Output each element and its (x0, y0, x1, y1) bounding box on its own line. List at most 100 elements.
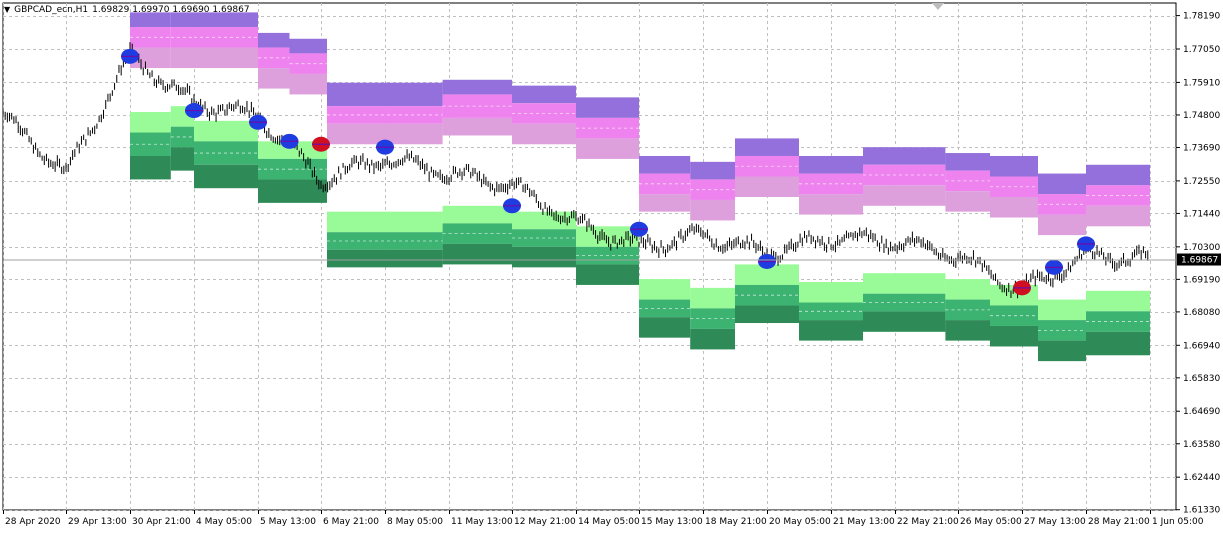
resistance-zone-band (990, 197, 1038, 218)
resistance-zone-band (170, 47, 194, 69)
x-tick-label: 8 May 05:00 (387, 517, 443, 527)
x-tick-label: 12 May 21:00 (514, 517, 576, 527)
support-zone-band (735, 305, 799, 324)
support-zone-band (799, 281, 863, 303)
resistance-zone-band (639, 194, 691, 212)
resistance-zone-band (289, 73, 327, 95)
resistance-zone-band (258, 32, 290, 48)
chart-title: ▼ GBPCAD_ecn,H1 1.69829 1.69970 1.69690 … (4, 3, 250, 17)
support-zone-band (327, 211, 443, 233)
resistance-zone-band (442, 79, 512, 95)
y-tick-label: 1.65830 (1183, 374, 1220, 384)
y-tick-label: 1.74800 (1183, 111, 1220, 121)
support-zone-band (1038, 340, 1086, 362)
resistance-zone-band (1038, 173, 1086, 195)
ohlc-label: 1.69829 1.69970 1.69690 1.69867 (92, 5, 250, 15)
resistance-zone-band (1086, 164, 1150, 186)
support-zone-band (690, 287, 735, 309)
x-tick-label: 11 May 13:00 (451, 517, 513, 527)
resistance-zone-band (863, 147, 946, 165)
support-zone-band (945, 279, 990, 300)
support-zone-band (442, 223, 512, 244)
resistance-zone-band (799, 155, 863, 174)
support-zone-band (576, 226, 639, 247)
x-tick-label: 26 May 05:00 (960, 517, 1022, 527)
support-zone-band (945, 320, 990, 341)
y-tick-label: 1.63580 (1183, 440, 1220, 450)
x-tick-label: 27 May 13:00 (1024, 517, 1086, 527)
resistance-zone-band (945, 153, 990, 171)
triangle-down-icon[interactable]: ▼ (4, 6, 10, 14)
support-zone-band (442, 205, 512, 224)
y-tick-label: 1.69190 (1183, 275, 1220, 285)
y-tick-label: 1.75910 (1183, 78, 1220, 88)
resistance-zone-band (799, 194, 863, 215)
resistance-zone-band (194, 47, 258, 69)
resistance-zone-band (576, 138, 639, 159)
x-tick-label: 21 May 13:00 (833, 517, 895, 527)
support-zone-band (194, 120, 258, 142)
resistance-zone-band (735, 138, 799, 156)
current-price-label: 1.69867 (1181, 256, 1218, 266)
x-tick-label: 1 Jun 05:00 (1152, 517, 1204, 527)
x-tick-label: 4 May 05:00 (196, 517, 252, 527)
symbol-label: GBPCAD_ecn,H1 (14, 5, 89, 15)
support-zone-band (639, 279, 691, 300)
support-zone-band (327, 249, 443, 268)
support-zone-band (576, 264, 639, 285)
support-zone-band (990, 325, 1038, 347)
resistance-zone-band (990, 155, 1038, 177)
x-tick-label: 15 May 13:00 (641, 517, 703, 527)
y-tick-label: 1.62440 (1183, 473, 1220, 483)
x-tick-label: 30 Apr 21:00 (132, 517, 191, 527)
x-tick-label: 20 May 05:00 (769, 517, 831, 527)
resistance-zone-band (639, 155, 691, 174)
support-zone-band (512, 211, 576, 230)
resistance-zone-band (1086, 205, 1150, 227)
resistance-zone-band (945, 191, 990, 212)
support-zone-band (863, 273, 946, 294)
resistance-zone-band (289, 38, 327, 54)
support-zone-band (639, 317, 691, 338)
support-zone-band (130, 155, 171, 180)
price-chart[interactable]: 1.78190 1.77050 1.75910 1.74800 1.73690 1.725… (0, 0, 1223, 531)
x-tick-label: 22 May 21:00 (897, 517, 959, 527)
x-tick-label: 28 May 21:00 (1088, 517, 1150, 527)
resistance-zone-band (690, 161, 735, 180)
resistance-zone-band (442, 117, 512, 136)
resistance-zone-band (512, 85, 576, 104)
x-tick-label: 18 May 21:00 (705, 517, 767, 527)
support-zone-band (690, 328, 735, 350)
support-zone-band (170, 147, 194, 171)
resistance-zone-band (258, 68, 290, 89)
y-tick-label: 1.78190 (1183, 12, 1220, 22)
x-tick-label: 14 May 05:00 (578, 517, 640, 527)
resistance-zone-band (576, 97, 639, 118)
resistance-zone-band (863, 185, 946, 206)
x-tick-label: 5 May 13:00 (260, 517, 316, 527)
support-zone-band (194, 164, 258, 189)
resistance-zone-band (1038, 214, 1086, 236)
x-tick-label: 6 May 21:00 (323, 517, 379, 527)
support-zone-band (258, 179, 290, 203)
resistance-zone-band (690, 199, 735, 221)
y-tick-label: 1.70300 (1183, 243, 1220, 253)
y-tick-label: 1.61330 (1183, 506, 1220, 516)
support-zone-band (442, 243, 512, 265)
y-tick-label: 1.66940 (1183, 341, 1220, 351)
support-zone-band (799, 320, 863, 341)
support-zone-band (512, 246, 576, 268)
y-tick-label: 1.77050 (1183, 45, 1220, 55)
support-zone-band (1086, 331, 1150, 356)
y-tick-label: 1.64690 (1183, 407, 1220, 417)
y-tick-label: 1.72550 (1183, 177, 1220, 187)
y-tick-label: 1.68080 (1183, 308, 1220, 318)
resistance-zone-band (512, 123, 576, 145)
y-tick-label: 1.71440 (1183, 209, 1220, 219)
resistance-zone-band (327, 82, 443, 107)
support-zone-band (130, 112, 171, 133)
x-tick-label: 29 Apr 13:00 (68, 517, 127, 527)
support-zone-band (863, 311, 946, 332)
resistance-zone-band (735, 176, 799, 198)
chart-window[interactable]: ▼ GBPCAD_ecn,H1 1.69829 1.69970 1.69690 … (0, 0, 1223, 531)
